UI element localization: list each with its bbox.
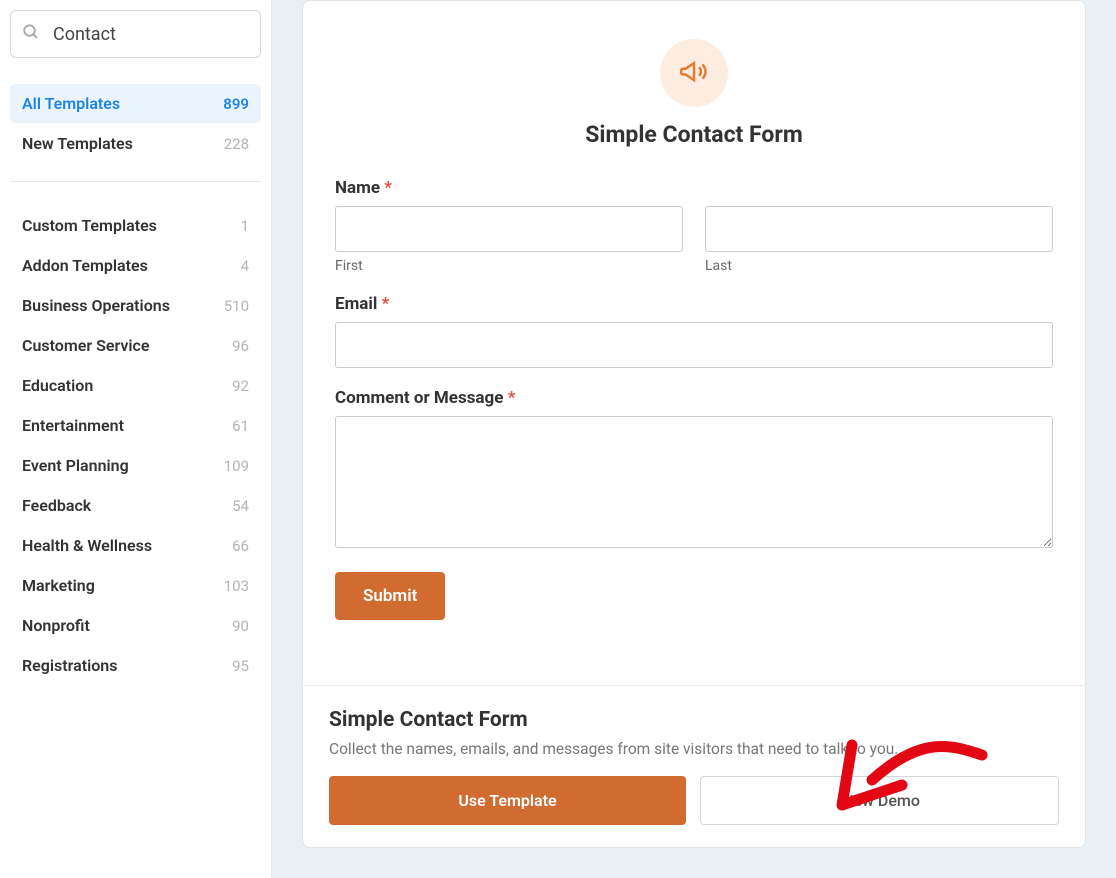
footer-actions: Use Template View Demo	[329, 776, 1059, 825]
name-label: Name *	[335, 178, 1053, 198]
category-label: Feedback	[22, 496, 91, 515]
category-label: Custom Templates	[22, 216, 157, 235]
footer-description: Collect the names, emails, and messages …	[329, 740, 1059, 758]
sidebar-item-new-templates[interactable]: New Templates 228	[10, 124, 261, 163]
category-count: 899	[223, 95, 249, 113]
required-asterisk: *	[382, 294, 390, 314]
form-body: Name * First Last Email *	[335, 178, 1053, 620]
sidebar-item-customer-service[interactable]: Customer Service 96	[10, 326, 261, 365]
first-name-input[interactable]	[335, 206, 683, 252]
sidebar-item-nonprofit[interactable]: Nonprofit 90	[10, 606, 261, 645]
sidebar-item-custom-templates[interactable]: Custom Templates 1	[10, 206, 261, 245]
form-icon-wrapper	[335, 39, 1053, 107]
category-label: Event Planning	[22, 456, 129, 475]
email-label: Email *	[335, 294, 1053, 314]
category-count: 92	[232, 377, 249, 395]
search-icon	[22, 23, 40, 45]
category-label: Health & Wellness	[22, 536, 152, 555]
comment-block: Comment or Message *	[335, 388, 1053, 552]
category-count: 4	[241, 257, 249, 275]
category-label: Education	[22, 376, 93, 395]
category-count: 510	[224, 297, 249, 315]
sidebar-item-marketing[interactable]: Marketing 103	[10, 566, 261, 605]
category-label: New Templates	[22, 134, 133, 153]
sidebar-item-all-templates[interactable]: All Templates 899	[10, 84, 261, 123]
sidebar-item-feedback[interactable]: Feedback 54	[10, 486, 261, 525]
required-asterisk: *	[508, 388, 516, 408]
category-count: 103	[224, 577, 249, 595]
sidebar-item-health-wellness[interactable]: Health & Wellness 66	[10, 526, 261, 565]
last-name-col: Last	[705, 206, 1053, 274]
search-wrapper	[10, 10, 261, 58]
category-label: Nonprofit	[22, 616, 90, 635]
email-input[interactable]	[335, 322, 1053, 368]
footer-title: Simple Contact Form	[329, 708, 1059, 732]
sidebar-item-event-planning[interactable]: Event Planning 109	[10, 446, 261, 485]
form-preview: Simple Contact Form Name * First Last	[303, 1, 1085, 685]
category-count: 61	[232, 417, 249, 435]
submit-button[interactable]: Submit	[335, 572, 445, 620]
category-label: All Templates	[22, 94, 120, 113]
form-title: Simple Contact Form	[335, 121, 1053, 148]
megaphone-icon	[660, 39, 728, 107]
first-name-col: First	[335, 206, 683, 274]
last-sub-label: Last	[705, 258, 1053, 274]
category-label: Entertainment	[22, 416, 124, 435]
sidebar-item-addon-templates[interactable]: Addon Templates 4	[10, 246, 261, 285]
use-template-button[interactable]: Use Template	[329, 776, 686, 825]
category-count: 54	[232, 497, 249, 515]
name-row: First Last	[335, 206, 1053, 274]
category-label: Registrations	[22, 656, 117, 675]
category-count: 228	[224, 135, 249, 153]
sidebar-item-entertainment[interactable]: Entertainment 61	[10, 406, 261, 445]
divider	[10, 181, 261, 182]
primary-category-list: All Templates 899 New Templates 228	[10, 84, 261, 163]
required-asterisk: *	[384, 178, 392, 198]
view-demo-button[interactable]: View Demo	[700, 776, 1059, 825]
category-list: Custom Templates 1 Addon Templates 4 Busines…	[10, 206, 261, 685]
sidebar: All Templates 899 New Templates 228 Custom …	[0, 0, 272, 878]
comment-label: Comment or Message *	[335, 388, 1053, 408]
sidebar-item-registrations[interactable]: Registrations 95	[10, 646, 261, 685]
first-sub-label: First	[335, 258, 683, 274]
category-count: 109	[224, 457, 249, 475]
search-input[interactable]	[10, 10, 261, 58]
main-panel: Simple Contact Form Name * First Last	[272, 0, 1116, 878]
comment-textarea[interactable]	[335, 416, 1053, 548]
sidebar-item-business-operations[interactable]: Business Operations 510	[10, 286, 261, 325]
category-count: 96	[232, 337, 249, 355]
sidebar-item-education[interactable]: Education 92	[10, 366, 261, 405]
category-count: 66	[232, 537, 249, 555]
category-label: Marketing	[22, 576, 95, 595]
category-label: Business Operations	[22, 296, 170, 315]
category-count: 95	[232, 657, 249, 675]
category-label: Addon Templates	[22, 256, 148, 275]
template-footer: Simple Contact Form Collect the names, e…	[303, 685, 1085, 847]
preview-wrapper: Simple Contact Form Name * First Last	[302, 0, 1086, 848]
category-count: 1	[241, 217, 249, 235]
category-count: 90	[232, 617, 249, 635]
last-name-input[interactable]	[705, 206, 1053, 252]
category-label: Customer Service	[22, 336, 150, 355]
email-block: Email *	[335, 294, 1053, 368]
